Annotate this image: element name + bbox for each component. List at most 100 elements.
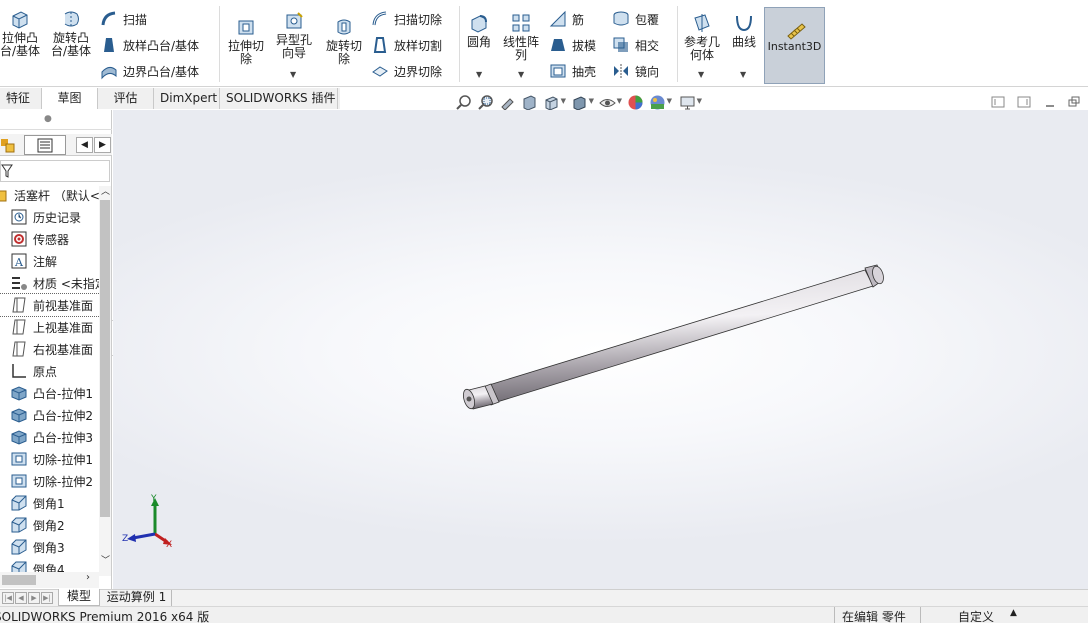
boundary-boss-button[interactable]: 边界凸台/基体 xyxy=(100,61,199,81)
instant3d-button[interactable]: Instant3D xyxy=(764,7,825,84)
tree-root-part[interactable]: 活塞杆 （默认<< xyxy=(0,184,100,206)
previous-view-button[interactable] xyxy=(496,92,518,112)
tree-item[interactable]: 倒角3 xyxy=(0,536,100,558)
zoom-to-fit-button[interactable] xyxy=(452,92,474,112)
tree-item[interactable]: 材质 <未指定> xyxy=(0,272,100,294)
scroll-up-icon[interactable]: ︿ xyxy=(101,184,110,197)
filter-bar[interactable] xyxy=(0,160,110,182)
extrude-cut-button[interactable]: 拉伸切 除 xyxy=(224,16,268,66)
monitor-icon xyxy=(680,96,694,109)
rib-label: 筋 xyxy=(572,12,585,27)
hide-show-items-button[interactable]: ▼ xyxy=(596,92,622,112)
scroll-tabs-left-button[interactable]: ◀ xyxy=(76,137,93,153)
units-dropdown-icon[interactable]: ▲ xyxy=(1010,608,1017,618)
scroll-right-icon[interactable]: › xyxy=(86,572,90,583)
tab-dimxpert[interactable]: DimXpert xyxy=(154,88,220,109)
tab-features[interactable]: 特征 xyxy=(0,88,42,109)
sweep-button[interactable]: 扫描 xyxy=(100,9,147,29)
shell-label: 抽壳 xyxy=(572,64,597,79)
apply-scene-button[interactable]: ▼ xyxy=(646,92,672,112)
tree-item[interactable]: 倒角1 xyxy=(0,492,100,514)
intersect-button[interactable]: 相交 xyxy=(612,35,659,55)
restore-icon[interactable] xyxy=(1066,94,1082,110)
curves-dropdown[interactable]: ▼ xyxy=(740,70,746,79)
tab-motion-study-label: 运动算例 1 xyxy=(106,590,167,604)
tree-item[interactable]: 右视基准面 xyxy=(0,338,100,360)
hole-wizard-dropdown[interactable]: ▼ xyxy=(290,70,296,79)
curves-button[interactable]: 曲线 xyxy=(728,12,760,49)
tree-item[interactable]: A 注解 xyxy=(0,250,100,272)
tree-item[interactable]: 凸台-拉伸3 xyxy=(0,426,100,448)
scroll-down-icon[interactable]: ﹀ xyxy=(101,553,110,566)
extrude-boss-label: 拉伸凸 台/基体 xyxy=(0,31,41,58)
tree-item[interactable]: 凸台-拉伸2 xyxy=(0,404,100,426)
view-settings-button[interactable]: ▼ xyxy=(676,92,702,112)
rib-button[interactable]: 筋 xyxy=(549,9,584,29)
tree-item[interactable]: 凸台-拉伸1 xyxy=(0,382,100,404)
extrude-boss-button[interactable]: 拉伸凸 台/基体 xyxy=(0,8,40,58)
linear-pattern-dropdown[interactable]: ▼ xyxy=(518,70,524,79)
loft-boss-button[interactable]: 放样凸台/基体 xyxy=(100,35,199,55)
section-view-button[interactable] xyxy=(518,92,540,112)
tab-evaluate[interactable]: 评估 xyxy=(98,88,154,109)
mirror-button[interactable]: 镜向 xyxy=(612,61,659,81)
hole-wizard-button[interactable]: 异型孔 向导 xyxy=(272,10,316,60)
tile-left-icon[interactable] xyxy=(990,94,1006,110)
tree-item[interactable]: 前视基准面 xyxy=(0,293,101,317)
revolve-cut-button[interactable]: 旋转切 除 xyxy=(321,16,367,66)
feature-manager-tab-icon[interactable] xyxy=(0,136,18,154)
last-tab-icon[interactable]: ▶| xyxy=(41,592,53,604)
tree-item[interactable]: 倒角2 xyxy=(0,514,100,536)
reference-geometry-button[interactable]: 参考几 何体 xyxy=(680,12,724,62)
tree-item[interactable]: 切除-拉伸1 xyxy=(0,448,100,470)
reference-geometry-dropdown[interactable]: ▼ xyxy=(698,70,704,79)
tab-motion-study[interactable]: 运动算例 1 xyxy=(102,590,172,606)
swept-cut-button[interactable]: 扫描切除 xyxy=(371,9,442,29)
zoom-to-area-button[interactable] xyxy=(474,92,496,112)
tree-item[interactable]: 原点 xyxy=(0,360,100,382)
extrude-cut-label: 拉伸切 除 xyxy=(227,39,264,66)
h-scrollbar-thumb[interactable] xyxy=(2,575,36,585)
tab-solidworks-addins[interactable]: SOLIDWORKS 插件 xyxy=(220,88,338,109)
tab-sketch-label: 草图 xyxy=(57,91,82,105)
draft-button[interactable]: 拔模 xyxy=(549,35,596,55)
view-orientation-button[interactable]: ▼ xyxy=(540,92,566,112)
tree-item[interactable]: 切除-拉伸2 xyxy=(0,470,100,492)
tile-right-icon[interactable] xyxy=(1016,94,1032,110)
fillet-button[interactable]: 圆角 xyxy=(463,12,495,49)
shell-button[interactable]: 抽壳 xyxy=(549,61,596,81)
cut-icon xyxy=(11,474,27,488)
scroll-tabs-right-button[interactable]: ▶ xyxy=(94,137,111,153)
lofted-cut-button[interactable]: 放样切割 xyxy=(371,35,442,55)
boundary-cut-button[interactable]: 边界切除 xyxy=(371,61,442,81)
display-style-button[interactable]: ▼ xyxy=(568,92,594,112)
panel-grip[interactable]: ● xyxy=(0,110,112,130)
swept-cut-label: 扫描切除 xyxy=(394,12,443,27)
tab-model[interactable]: 模型 xyxy=(58,589,100,606)
chamfer-icon xyxy=(11,517,27,533)
tree-item[interactable]: 历史记录 xyxy=(0,206,100,228)
revolve-boss-button[interactable]: 旋转凸 台/基体 xyxy=(48,8,94,58)
extrude-icon xyxy=(11,408,27,423)
wrap-button[interactable]: 包覆 xyxy=(612,9,659,29)
svg-text:A: A xyxy=(14,256,24,269)
piston-rod-model[interactable] xyxy=(113,110,1088,591)
tab-sketch[interactable]: 草图 xyxy=(42,88,98,109)
property-manager-tab[interactable] xyxy=(24,135,66,155)
tree-item[interactable]: 上视基准面 xyxy=(0,316,100,338)
units-selector[interactable]: 自定义 xyxy=(958,608,994,625)
minimize-icon[interactable] xyxy=(1042,94,1058,110)
tree-item[interactable]: 传感器 xyxy=(0,228,100,250)
fillet-dropdown[interactable]: ▼ xyxy=(476,70,482,79)
linear-pattern-button[interactable]: 线性阵 列 xyxy=(500,12,542,62)
first-tab-icon[interactable]: |◀ xyxy=(2,592,14,604)
prev-tab-icon[interactable]: ◀ xyxy=(15,592,27,604)
scrollbar-thumb[interactable] xyxy=(100,200,110,517)
edit-appearance-button[interactable] xyxy=(624,92,646,112)
extrude-cut-icon xyxy=(238,20,254,35)
fillet-label: 圆角 xyxy=(466,35,491,49)
tree-scrollbar[interactable]: ︿ ﹀ xyxy=(99,186,111,576)
next-tab-icon[interactable]: ▶ xyxy=(28,592,40,604)
graphics-area[interactable]: Y X Z xyxy=(113,110,1088,591)
horizontal-scrollbar[interactable]: › xyxy=(0,572,99,588)
